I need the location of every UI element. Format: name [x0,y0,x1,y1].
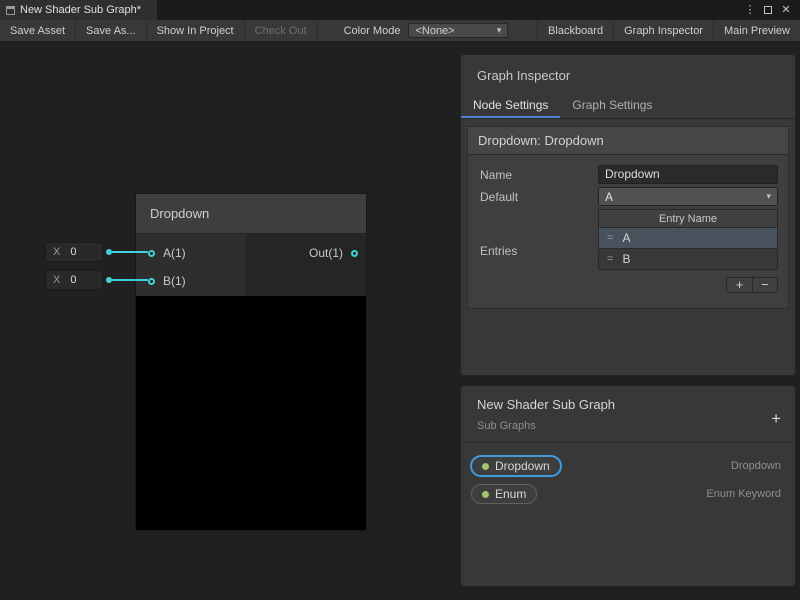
title-bar: New Shader Sub Graph* ⋮ ✕ [0,0,800,20]
blackboard-title: New Shader Sub Graph [477,397,781,412]
document-tab[interactable]: New Shader Sub Graph* [0,0,157,20]
node-settings-form: Name Dropdown Default A ▾ Entries Entry … [468,155,788,308]
wire-b [112,279,148,281]
axis-label: X [53,246,60,258]
entry-row[interactable]: = A [598,228,778,249]
blackboard-toggle-button[interactable]: Blackboard [537,20,613,41]
blackboard-panel: New Shader Sub Graph Sub Graphs + Dropdo… [460,385,796,587]
dropdown-node[interactable]: Dropdown A(1) B(1) Out(1) [135,193,367,531]
add-property-button[interactable]: + [771,410,781,427]
property-dot-icon [482,463,489,470]
input-port-a-icon[interactable] [148,250,155,257]
axis-value[interactable]: 0 [70,246,76,258]
default-label: Default [480,190,598,204]
show-in-project-button[interactable]: Show In Project [147,20,245,41]
default-dropdown[interactable]: A ▾ [598,187,778,206]
blackboard-subtitle: Sub Graphs [477,420,781,432]
node-body: A(1) B(1) Out(1) [136,234,366,296]
input-port-b-label: B(1) [163,274,186,288]
add-entry-button[interactable]: + [726,277,752,293]
tab-graph-settings[interactable]: Graph Settings [560,94,664,118]
more-icon[interactable]: ⋮ [742,0,758,20]
entry-name: B [622,252,630,266]
inspector-tabs: Node Settings Graph Settings [461,94,795,119]
graph-inspector-panel: Graph Inspector Node Settings Graph Sett… [460,54,796,376]
entries-list-header: Entry Name [598,209,778,228]
entry-row[interactable]: = B [598,249,778,270]
blackboard-item-dropdown[interactable]: Dropdown [471,456,561,476]
entries-label: Entries [480,244,598,258]
maximize-icon[interactable] [760,0,776,20]
color-mode-dropdown[interactable]: <None> ▾ [408,23,508,38]
name-input[interactable]: Dropdown [598,165,778,184]
section-title: Dropdown: Dropdown [468,127,788,155]
document-tab-title: New Shader Sub Graph* [20,4,141,16]
close-icon[interactable]: ✕ [778,0,794,20]
input-port-b-icon[interactable] [148,278,155,285]
inspector-title: Graph Inspector [461,55,795,94]
toolbar-toggles: Blackboard Graph Inspector Main Preview [537,20,800,41]
name-label: Name [480,168,598,182]
axis-label: X [53,274,60,286]
graph-toolbar: Save Asset Save As... Show In Project Ch… [0,20,800,42]
wire-a [112,251,148,253]
default-value: A [605,190,613,204]
property-type: Dropdown [731,460,781,472]
node-title[interactable]: Dropdown [136,194,366,234]
input-a-value-field[interactable]: X 0 [45,242,103,262]
color-mode-value: <None> [415,25,454,37]
input-b-value-field[interactable]: X 0 [45,270,103,290]
node-settings-section: Dropdown: Dropdown Name Dropdown Default… [467,126,789,309]
entries-list: Entry Name = A = B + − [598,209,778,293]
graph-inspector-toggle-button[interactable]: Graph Inspector [613,20,713,41]
node-preview [136,296,366,530]
output-port-icon[interactable] [351,250,358,257]
check-out-button: Check Out [245,20,318,41]
output-port-label: Out(1) [309,246,343,260]
list-item: Enum Enum Keyword [471,480,781,508]
entries-footer: + − [598,277,778,293]
remove-entry-button[interactable]: − [752,277,778,293]
blackboard-item-enum[interactable]: Enum [471,484,537,504]
tab-node-settings[interactable]: Node Settings [461,94,560,118]
main-preview-toggle-button[interactable]: Main Preview [713,20,800,41]
property-name: Dropdown [495,459,550,473]
toolbar-spacer [514,20,537,41]
node-output-section [246,234,366,296]
unity-shader-graph-window: New Shader Sub Graph* ⋮ ✕ Save Asset Sav… [0,0,800,600]
save-asset-button[interactable]: Save Asset [0,20,76,41]
window-controls: ⋮ ✕ [742,0,800,20]
drag-handle-icon[interactable]: = [607,253,613,265]
axis-value[interactable]: 0 [70,274,76,286]
list-item: Dropdown Dropdown [471,452,781,480]
shader-sub-graph-icon [6,6,15,15]
color-mode-label: Color Mode [318,20,409,41]
drag-handle-icon[interactable]: = [607,232,613,244]
save-as-button[interactable]: Save As... [76,20,147,41]
property-dot-icon [482,491,489,498]
blackboard-header: New Shader Sub Graph Sub Graphs + [461,386,795,443]
entry-name: A [622,231,630,245]
input-port-a-label: A(1) [163,246,186,260]
chevron-down-icon: ▾ [497,25,502,36]
property-type: Enum Keyword [706,488,781,500]
property-name: Enum [495,487,526,501]
chevron-down-icon: ▾ [766,191,771,202]
blackboard-items: Dropdown Dropdown Enum Enum Keyword [461,443,795,508]
